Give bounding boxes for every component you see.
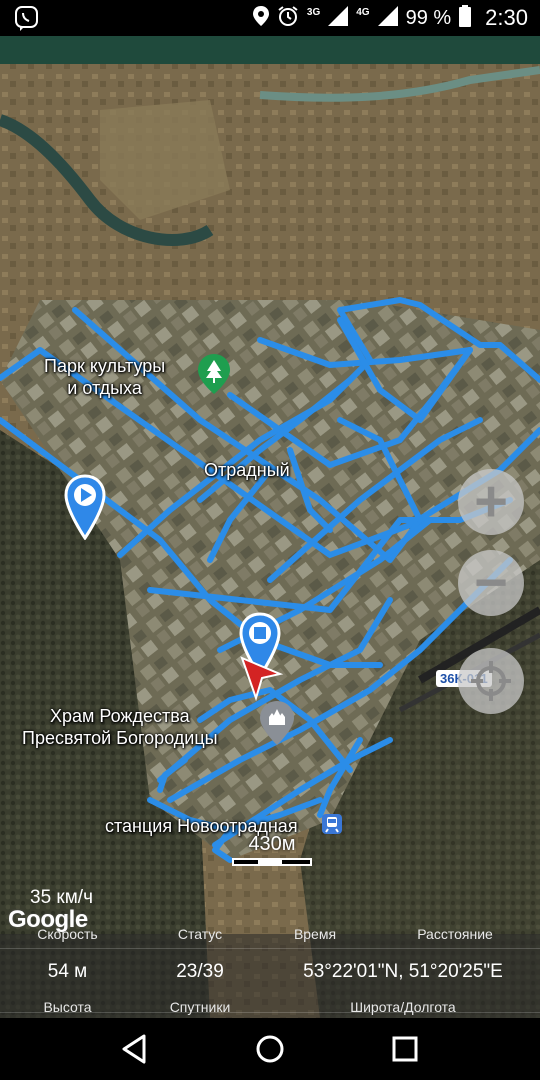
clock: 2:30 xyxy=(485,5,528,30)
recents-icon[interactable] xyxy=(388,1032,422,1066)
navigation-bar xyxy=(0,1018,540,1080)
altitude-value: 54 м xyxy=(47,961,88,982)
time-title: Время xyxy=(293,926,337,942)
stats-panel: Скорость Статус Время Расстояние 54 м 23… xyxy=(0,926,540,1018)
coordinates-value: 53°22'01"N, 51°20'25"E xyxy=(303,961,503,982)
park-tree-icon xyxy=(198,354,230,399)
crosshair-icon xyxy=(471,661,511,701)
speed-title: Скорость xyxy=(37,926,98,942)
church-label-text: Храм Рождества Пресвятой Богородицы xyxy=(22,706,218,748)
back-icon[interactable] xyxy=(118,1032,152,1066)
stats-divider xyxy=(0,948,540,949)
home-icon[interactable] xyxy=(253,1032,287,1066)
network-4g-label: 4G xyxy=(356,6,370,18)
park-label-text: Парк культуры и отдыха xyxy=(44,356,166,398)
church-icon xyxy=(260,701,294,750)
zoom-in-button[interactable]: + xyxy=(458,469,524,535)
app-toolbar xyxy=(0,36,540,80)
network-3g-label: 3G xyxy=(306,6,321,18)
status-title: Статус xyxy=(177,926,223,942)
map-scale: 430м xyxy=(232,833,312,866)
distance-title: Расстояние xyxy=(417,926,493,942)
train-station-icon xyxy=(322,814,342,839)
location-icon xyxy=(252,5,269,31)
battery-percent: 99 % xyxy=(405,6,452,29)
coordinates-title: Широта/Долгота xyxy=(350,999,456,1015)
zoom-out-button[interactable]: − xyxy=(458,550,524,616)
heading-arrow-icon xyxy=(240,654,284,707)
my-location-button[interactable] xyxy=(458,648,524,714)
battery-icon xyxy=(459,4,472,32)
satellite-map[interactable]: Парк культуры и отдыха Отрадный Храм Рож… xyxy=(0,64,540,1018)
alarm-icon xyxy=(277,5,299,32)
status-bar: 3G 4G 99 % 2:30 xyxy=(0,0,540,36)
satellites-value: 23/39 xyxy=(176,961,224,982)
signal-3g-icon xyxy=(328,5,349,31)
town-label: Отрадный xyxy=(204,460,290,480)
start-marker-icon[interactable] xyxy=(64,474,106,545)
church-label: Храм Рождества Пресвятой Богородицы xyxy=(22,705,218,749)
viber-icon xyxy=(14,5,40,36)
scale-bar xyxy=(232,858,312,866)
altitude-title: Высота xyxy=(43,999,92,1015)
park-label: Парк культуры и отдыха xyxy=(44,355,165,399)
signal-4g-icon xyxy=(377,5,398,31)
satellites-title: Спутники xyxy=(169,999,231,1015)
scale-label: 430м xyxy=(248,833,296,855)
